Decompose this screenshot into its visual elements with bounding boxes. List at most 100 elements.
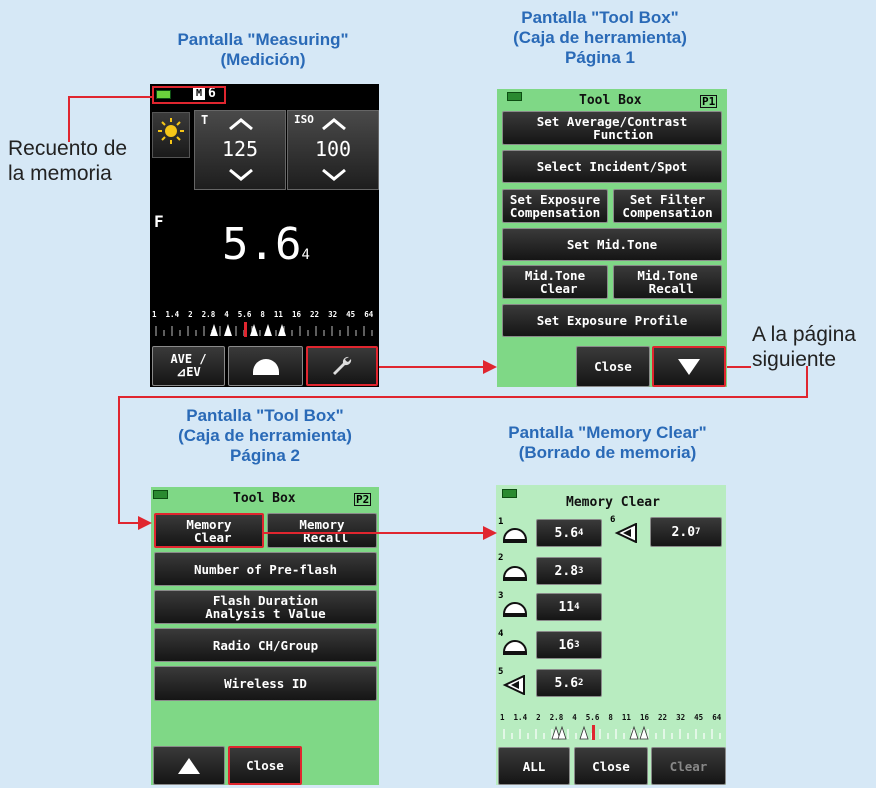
caption-line: Pantalla "Tool Box" [521, 8, 679, 27]
flash-duration-button[interactable]: Flash Duration Analysis t Value [154, 590, 377, 624]
memory-value: 5.6 4 [536, 519, 602, 547]
incident-dome-icon [502, 528, 528, 543]
memory-item[interactable]: 1 5.6 4 [496, 515, 616, 551]
shutter-up-icon[interactable] [227, 117, 255, 131]
shutter-value: 125 [221, 137, 259, 161]
set-average-contrast-button[interactable]: Set Average/Contrast Function [502, 111, 722, 145]
screen-title: Memory Clear [566, 495, 660, 510]
f-stop-scale [503, 725, 721, 740]
iso-value: 100 [314, 137, 352, 161]
measuring-screen: M 6 T 125 ISO 100 F 5.64 1 1.4 2 2.8 4 5… [150, 84, 379, 387]
caption-line: Página 1 [565, 48, 635, 67]
incident-dome-icon [502, 602, 528, 617]
memory-count-label: Recuento de la memoria [8, 136, 127, 186]
shutter-speed-box: T 125 [194, 110, 286, 190]
light-mode-icon[interactable] [152, 112, 190, 158]
memory-recall-button[interactable]: Memory Recall [267, 513, 377, 548]
label-line: siguiente [752, 348, 837, 371]
tool-box-button[interactable] [306, 346, 378, 386]
screen-title: Tool Box [579, 93, 642, 108]
memory-clear-button[interactable]: Memory Clear [154, 513, 264, 548]
caption-line: Pantalla "Measuring" [177, 30, 349, 49]
memory-value: 11 4 [536, 593, 602, 621]
next-page-button[interactable] [652, 346, 726, 387]
caption-line: Página 2 [230, 446, 300, 465]
memory-value: 16 3 [536, 631, 602, 659]
clear-all-button[interactable]: ALL [498, 747, 570, 785]
close-button[interactable]: Close [574, 747, 648, 785]
close-button[interactable]: Close [576, 346, 650, 387]
incident-dome-icon [252, 359, 279, 375]
page-connector [806, 366, 808, 398]
memory-count-highlight [152, 86, 226, 104]
ave-ev-button[interactable]: AVE / ⊿EV [152, 346, 225, 386]
caption-memory-clear: Pantalla "Memory Clear" (Borrado de memo… [470, 423, 745, 463]
mid-tone-recall-button[interactable]: Mid.Tone Recall [613, 265, 722, 299]
page-connector [118, 396, 120, 524]
incident-dome-icon [502, 640, 528, 655]
iso-label: ISO [294, 113, 314, 126]
aperture-subscript: 4 [301, 247, 310, 263]
ev-label: ⊿EV [176, 365, 201, 379]
caption-toolbox-page1: Pantalla "Tool Box" (Caja de herramienta… [480, 8, 720, 68]
previous-page-button[interactable] [153, 746, 225, 785]
radio-ch-group-button[interactable]: Radio CH/Group [154, 628, 377, 662]
iso-down-icon[interactable] [320, 167, 348, 181]
toolbox-page1-screen: Tool Box P1 Set Average/Contrast Functio… [497, 89, 727, 387]
next-page-connector [727, 366, 751, 368]
f-label: F [154, 212, 164, 231]
clear-button[interactable]: Clear [651, 747, 726, 785]
close-button[interactable]: Close [228, 746, 302, 785]
spot-meter-icon [614, 523, 637, 543]
caption-line: (Caja de herramienta) [178, 426, 352, 445]
number-of-preflash-button[interactable]: Number of Pre-flash [154, 552, 377, 586]
wireless-id-button[interactable]: Wireless ID [154, 666, 377, 701]
page-indicator: P2 [354, 493, 372, 506]
memory-index: 2 [498, 553, 504, 563]
set-mid-tone-button[interactable]: Set Mid.Tone [502, 228, 722, 261]
memory-clear-screen: Memory Clear 1 5.6 4 2 2.8 3 3 11 4 4 16 3 5… [496, 485, 726, 785]
battery-icon [153, 490, 168, 499]
caption-line: Pantalla "Memory Clear" [508, 423, 707, 442]
label-line: la memoria [8, 162, 112, 185]
next-page-label: A la página siguiente [752, 322, 856, 372]
memory-count-connector [68, 96, 152, 98]
mid-tone-clear-button[interactable]: Mid.Tone Clear [502, 265, 608, 299]
iso-up-icon[interactable] [320, 117, 348, 131]
set-filter-compensation-button[interactable]: Set Filter Compensation [613, 189, 722, 223]
memory-value: 2.8 3 [536, 557, 602, 585]
screen-title: Tool Box [233, 491, 296, 506]
memory-item[interactable]: 5 5.6 2 [496, 665, 616, 701]
arrow-head-icon [138, 516, 152, 530]
battery-icon [502, 489, 517, 498]
caption-line: (Caja de herramienta) [513, 28, 687, 47]
battery-icon [507, 92, 522, 101]
caption-line: (Medición) [220, 50, 306, 69]
set-exposure-profile-button[interactable]: Set Exposure Profile [502, 304, 722, 337]
up-triangle-icon [178, 757, 200, 774]
memory-count-connector [68, 96, 70, 142]
page-connector [118, 522, 140, 524]
memory-item[interactable]: 2 2.8 3 [496, 553, 616, 591]
set-exposure-compensation-button[interactable]: Set Exposure Compensation [502, 189, 608, 223]
page-connector [118, 396, 808, 398]
memory-item[interactable]: 6 2.0 7 [608, 515, 726, 551]
memory-value: 2.0 7 [650, 517, 722, 547]
caption-line: (Borrado de memoria) [518, 443, 697, 462]
down-triangle-icon [678, 358, 700, 375]
f-stop-scale [155, 322, 373, 337]
memory-clear-connector [264, 532, 486, 534]
f-stop-scale-labels: 1 1.4 2 2.8 4 5.6 8 11 16 22 32 45 64 90 [152, 310, 379, 319]
caption-toolbox-page2: Pantalla "Tool Box" (Caja de herramienta… [145, 406, 385, 466]
incident-dome-button[interactable] [228, 346, 303, 386]
memory-value: 5.6 2 [536, 669, 602, 697]
caption-line: Pantalla "Tool Box" [186, 406, 344, 425]
aperture-value: 5.64 [222, 222, 310, 278]
select-incident-spot-button[interactable]: Select Incident/Spot [502, 150, 722, 183]
arrow-head-icon [483, 360, 497, 374]
shutter-down-icon[interactable] [227, 167, 255, 181]
label-line: A la página [752, 323, 856, 346]
memory-item[interactable]: 3 11 4 [496, 589, 616, 625]
memory-item[interactable]: 4 16 3 [496, 627, 616, 663]
page-indicator: P1 [700, 95, 718, 108]
